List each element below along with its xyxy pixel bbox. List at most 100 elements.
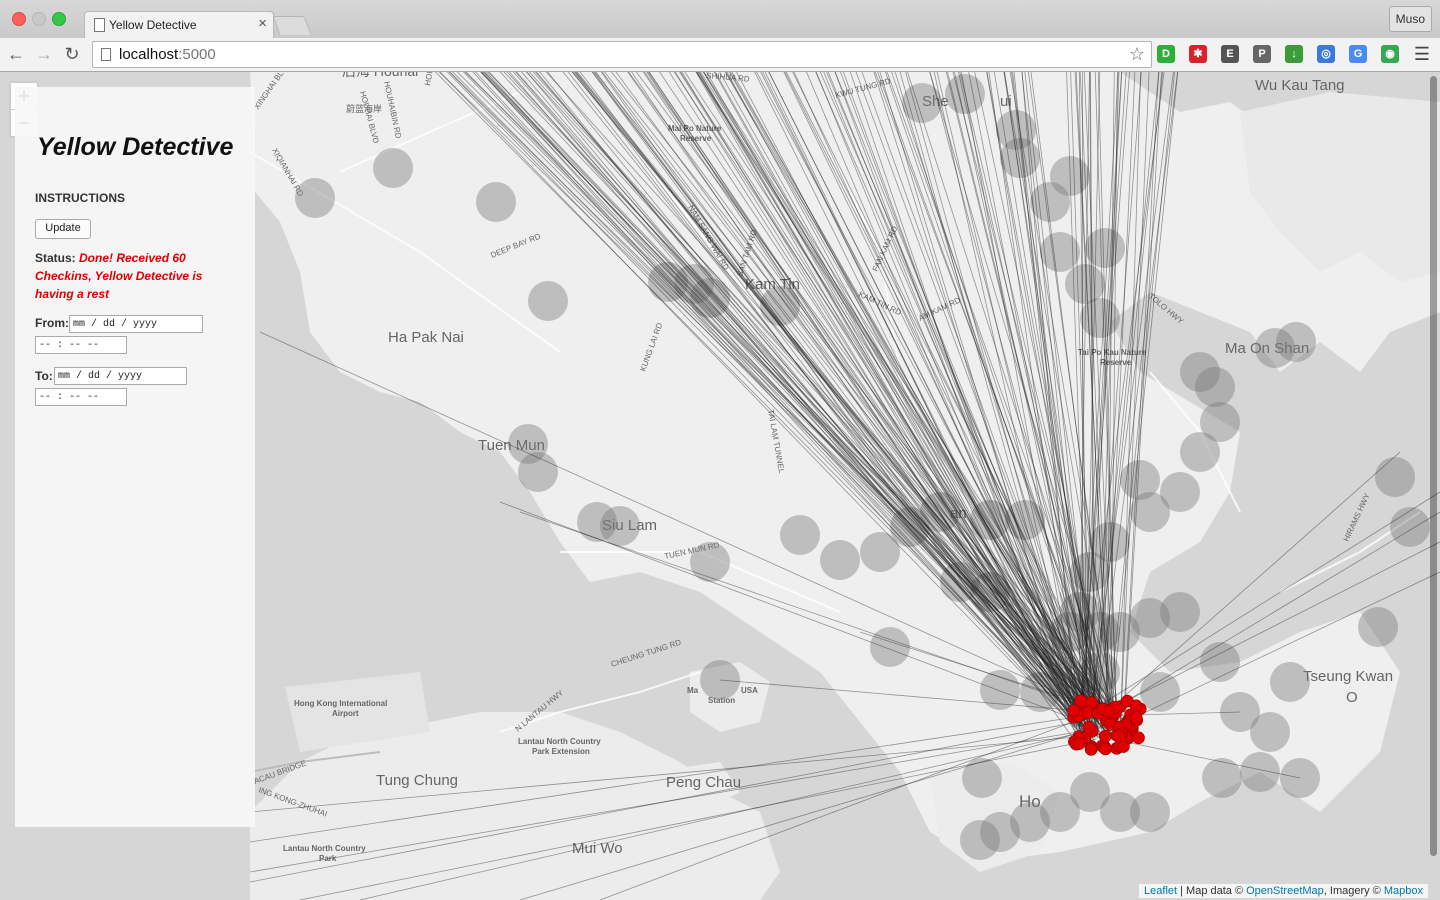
app-title: Yellow Detective [37,133,234,161]
checkin-radius-circle[interactable] [1065,264,1105,304]
checkin-radius-circle[interactable] [1276,322,1316,362]
gear-green-icon[interactable]: ◉ [1381,45,1399,63]
document-icon [94,18,105,32]
from-time-input[interactable]: -- : -- -- [35,336,127,354]
leaflet-link[interactable]: Leaflet [1144,885,1177,897]
checkin-radius-circle[interactable] [1202,758,1242,798]
attribution-text: | Map data © [1177,885,1247,897]
map-label: Park Extension [532,747,590,756]
update-button[interactable]: Update [35,219,91,239]
new-tab-button[interactable] [272,16,312,35]
to-time-input[interactable]: -- : -- -- [35,388,127,406]
browser-tab[interactable]: Yellow Detective × [84,11,274,39]
checkin-radius-circle[interactable] [476,182,516,222]
checkin-radius-circle[interactable] [962,758,1002,798]
checkin-radius-circle[interactable] [528,281,568,321]
checkin-radius-circle[interactable] [295,178,335,218]
map-label: Lantau North Country [518,737,601,746]
map-label: Ha Pak Nai [388,329,464,346]
checkin-marker[interactable] [1102,704,1115,718]
map-label: Lantau North Country [283,844,366,853]
download-icon[interactable]: ↓ [1285,45,1303,63]
from-date-input[interactable]: mm / dd / yyyy [69,315,203,333]
checkin-marker[interactable] [1072,737,1086,750]
control-panel: Yellow Detective INSTRUCTIONS Update Sta… [15,87,255,827]
instructions-heading: INSTRUCTIONS [35,191,125,205]
checkin-radius-circle[interactable] [1200,642,1240,682]
minimize-window-button[interactable] [32,12,46,26]
map-label: Airport [332,709,359,718]
asterisk-icon[interactable]: ✱ [1189,45,1207,63]
checkin-radius-circle[interactable] [1080,298,1120,338]
back-arrow-icon[interactable]: ← [6,44,26,64]
checkin-radius-circle[interactable] [1140,672,1180,712]
checkin-marker[interactable] [1099,742,1112,756]
browser-toolbar: ← → ↻ localhost:5000 ☆ D ✱ E P ↓ ◎ G ◉ ☰ [0,38,1440,72]
status-label: Status: [35,251,76,265]
translate-icon[interactable]: G [1349,45,1367,63]
checkin-marker[interactable] [1132,731,1145,745]
checkin-marker[interactable] [1129,699,1143,713]
map-label: O [1346,689,1358,706]
browser-titlebar: Yellow Detective × Muso [0,0,1440,39]
checkin-radius-circle[interactable] [870,627,910,667]
checkin-marker[interactable] [1098,729,1112,743]
status-text: Status: Done! Received 60 Checkins, Yell… [35,249,235,303]
close-window-button[interactable] [12,12,26,26]
checkin-radius-circle[interactable] [1375,457,1415,497]
vertical-scrollbar[interactable] [1430,76,1437,856]
map-label: Mui Wo [572,840,623,857]
checkin-radius-circle[interactable] [1180,432,1220,472]
osm-link[interactable]: OpenStreetMap [1246,885,1324,897]
maximize-window-button[interactable] [52,12,66,26]
from-label: From: [35,316,69,330]
checkin-radius-circle[interactable] [1270,662,1310,702]
checkin-marker[interactable] [1084,743,1098,756]
profile-button[interactable]: Muso [1388,6,1432,32]
checkin-radius-circle[interactable] [1358,607,1398,647]
chrome-menu-icon[interactable]: ☰ [1414,44,1430,65]
address-bar[interactable]: localhost:5000 ☆ [92,41,1152,68]
map-label: Wu Kau Tang [1255,77,1345,94]
url-text: localhost:5000 [119,46,216,63]
checkin-radius-circle[interactable] [1130,792,1170,832]
map-label: Tung Chung [376,772,458,789]
checkin-radius-circle[interactable] [1160,592,1200,632]
to-date-input[interactable]: mm / dd / yyyy [54,367,187,385]
checkin-marker[interactable] [1082,720,1096,734]
checkin-marker[interactable] [1129,711,1143,724]
checkin-radius-circle[interactable] [960,820,1000,860]
tab-close-icon[interactable]: × [258,15,267,32]
checkin-radius-circle[interactable] [780,515,820,555]
reload-icon[interactable]: ↻ [62,44,82,64]
checkin-radius-circle[interactable] [1240,752,1280,792]
d-icon[interactable]: D [1157,45,1175,63]
map-label: Peng Chau [666,774,741,791]
map-label: Tseung Kwan [1303,668,1393,685]
map-attribution: Leaflet | Map data © OpenStreetMap, Imag… [1139,884,1428,898]
globe-icon[interactable]: ◎ [1317,45,1335,63]
checkin-radius-circle[interactable] [1195,367,1235,407]
checkin-radius-circle[interactable] [577,502,617,542]
mapbox-link[interactable]: Mapbox [1384,885,1423,897]
map-label: 后海 Houhai [342,72,418,79]
bookmark-star-icon[interactable]: ☆ [1129,44,1145,65]
checkin-radius-circle[interactable] [1390,507,1430,547]
checkin-radius-circle[interactable] [860,532,900,572]
evernote-icon[interactable]: E [1221,45,1239,63]
map-viewport[interactable]: Wu Kau TangKam TinHa Pak NaiTuen MunSiu … [0,72,1440,900]
map-label: Ma [687,686,699,695]
map-label: 蔚蓝海岸 [346,103,382,114]
checkin-marker[interactable] [1113,729,1126,743]
attribution-text: , Imagery © [1323,885,1384,897]
checkin-radius-circle[interactable] [820,540,860,580]
page-icon [101,48,111,61]
to-label: To: [35,369,53,383]
forward-arrow-icon[interactable]: → [34,44,54,64]
checkin-marker[interactable] [1067,704,1081,717]
tab-title: Yellow Detective [109,18,197,32]
pocket-icon[interactable]: P [1253,45,1271,63]
checkin-radius-circle[interactable] [373,148,413,188]
map-label: Hong Kong International [294,699,387,708]
checkin-radius-circle[interactable] [1250,712,1290,752]
